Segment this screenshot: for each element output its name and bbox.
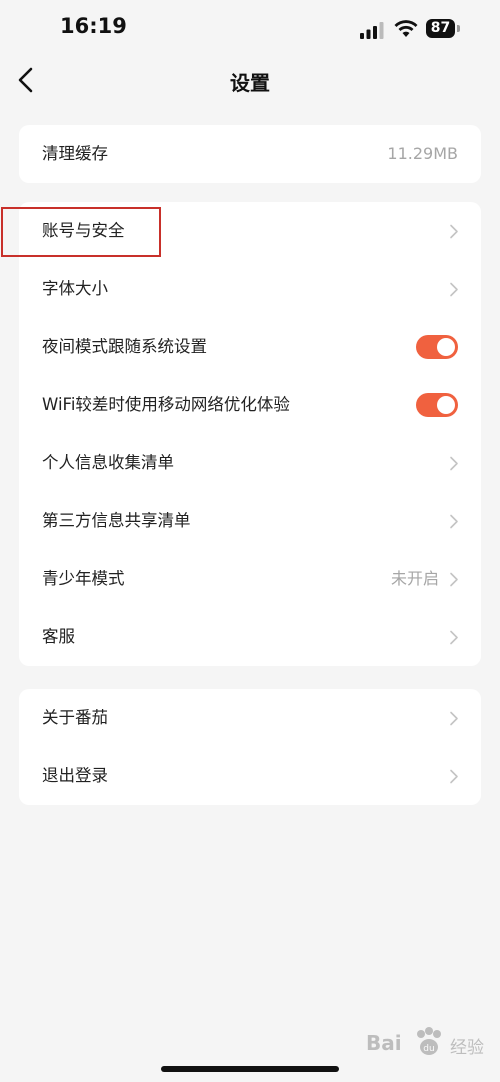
chevron-right-icon (450, 282, 458, 297)
third-party-label: 第三方信息共享清单 (42, 511, 191, 530)
watermark-logo: Bai (366, 1031, 402, 1055)
chevron-right-icon (450, 224, 458, 239)
watermark-text: 经验 (450, 1038, 484, 1058)
wifi-optimize-row: WiFi较差时使用移动网络优化体验 (19, 376, 481, 434)
night-mode-row: 夜间模式跟随系统设置 (19, 318, 481, 376)
about-row[interactable]: 关于番茄 (19, 689, 481, 747)
other-settings-card: 关于番茄 退出登录 (19, 689, 481, 805)
toggle-knob (437, 396, 455, 414)
chevron-right-icon (450, 630, 458, 645)
home-indicator (161, 1066, 339, 1072)
cache-size-value: 11.29MB (387, 144, 458, 163)
night-mode-toggle[interactable] (416, 335, 458, 359)
third-party-row[interactable]: 第三方信息共享清单 (19, 492, 481, 550)
nav-bar: 设置 (0, 55, 500, 105)
logout-label: 退出登录 (42, 766, 108, 785)
chevron-right-icon (450, 456, 458, 471)
night-mode-label: 夜间模式跟随系统设置 (42, 337, 207, 356)
main-settings-card: 账号与安全 字体大小 夜间模式跟随系统设置 WiFi较差时使用移动网络优化体验 … (19, 202, 481, 666)
annotation-highlight-box (1, 207, 161, 257)
chevron-right-icon (450, 711, 458, 726)
customer-service-label: 客服 (42, 627, 75, 646)
customer-service-row[interactable]: 客服 (19, 608, 481, 666)
status-time: 16:19 (60, 14, 127, 38)
font-size-label: 字体大小 (42, 279, 108, 298)
toggle-knob (437, 338, 455, 356)
clear-cache-row[interactable]: 清理缓存 11.29MB (19, 125, 481, 183)
battery-icon: 87 (426, 19, 460, 39)
cellular-signal-icon (360, 22, 384, 39)
battery-level: 87 (426, 19, 455, 38)
paw-icon: du (417, 1027, 441, 1055)
wifi-optimize-toggle[interactable] (416, 393, 458, 417)
personal-info-row[interactable]: 个人信息收集清单 (19, 434, 481, 492)
svg-text:du: du (423, 1044, 434, 1054)
battery-tip (457, 25, 460, 32)
about-label: 关于番茄 (42, 708, 108, 727)
youth-mode-row[interactable]: 青少年模式 未开启 (19, 550, 481, 608)
chevron-right-icon (450, 572, 458, 587)
page-title: 设置 (230, 71, 270, 95)
back-button[interactable] (12, 63, 42, 97)
baidu-jingyan-watermark: Bai du 经验 (366, 1025, 492, 1069)
wifi-optimize-label: WiFi较差时使用移动网络优化体验 (42, 395, 290, 414)
chevron-right-icon (450, 769, 458, 784)
youth-mode-label: 青少年模式 (42, 569, 125, 588)
personal-info-label: 个人信息收集清单 (42, 453, 174, 472)
wifi-icon (394, 20, 418, 37)
chevron-right-icon (450, 514, 458, 529)
status-bar: 16:19 87 (0, 0, 500, 60)
cache-card: 清理缓存 11.29MB (19, 125, 481, 183)
youth-mode-status: 未开启 (390, 569, 439, 588)
logout-row[interactable]: 退出登录 (19, 747, 481, 805)
font-size-row[interactable]: 字体大小 (19, 260, 481, 318)
clear-cache-label: 清理缓存 (42, 144, 108, 163)
